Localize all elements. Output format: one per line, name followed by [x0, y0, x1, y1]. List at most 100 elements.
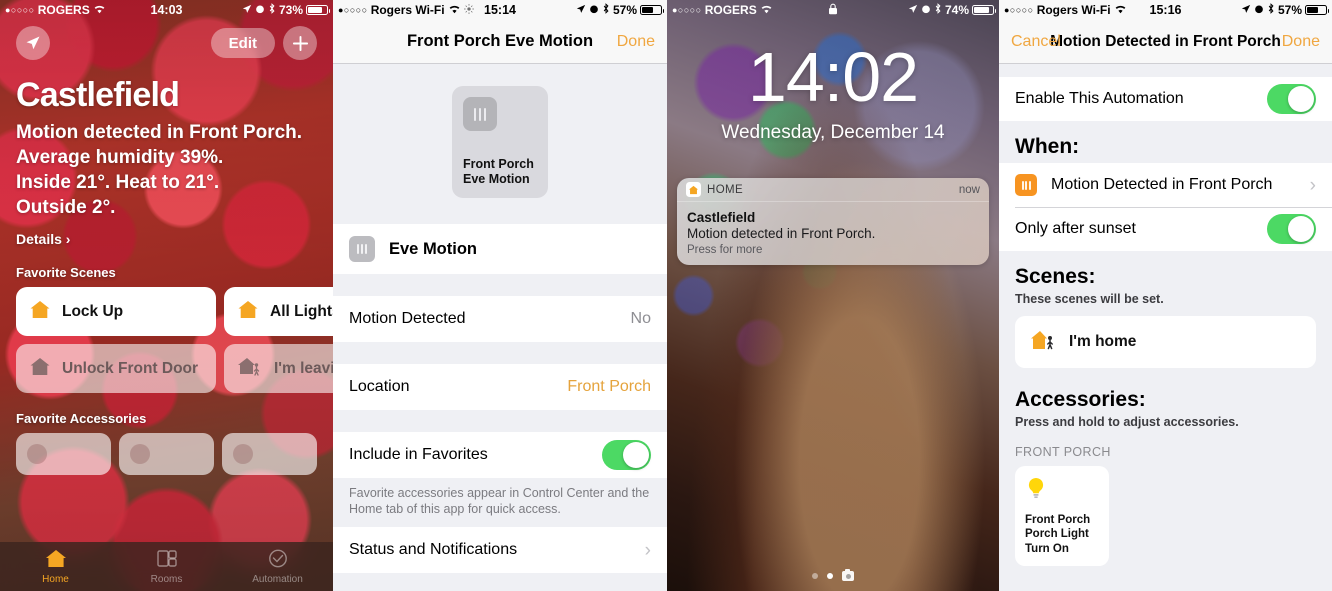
row-label: Location	[349, 378, 410, 395]
only-after-sunset-toggle[interactable]	[1267, 214, 1316, 244]
notification-title: Castlefield	[687, 210, 756, 225]
page-title: Castlefield	[16, 76, 180, 114]
camera-icon[interactable]	[842, 569, 854, 581]
alarm-icon	[589, 3, 599, 17]
house-icon	[29, 299, 51, 325]
battery-icon	[306, 5, 330, 15]
row-only-after-sunset[interactable]: Only after sunset	[999, 207, 1332, 251]
cancel-button[interactable]: Cancel	[1011, 33, 1061, 51]
page-dot-active[interactable]	[827, 573, 833, 579]
manufacturer-header: MANUFACTURER	[333, 573, 667, 591]
row-enable-automation[interactable]: Enable This Automation	[999, 77, 1332, 121]
accessory-tile[interactable]	[222, 433, 317, 475]
battery-percent: 57%	[612, 3, 637, 17]
wifi-icon	[760, 3, 773, 17]
scenes-subtitle: These scenes will be set.	[999, 289, 1332, 316]
edit-button[interactable]: Edit	[210, 28, 275, 58]
row-location[interactable]: Location Front Porch	[333, 364, 667, 410]
page-dot[interactable]	[812, 573, 818, 579]
accessory-knob-icon	[233, 444, 253, 464]
panel-home-app: ●○○○○ ROGERS 14:03 73% Edit Castlefield …	[0, 0, 333, 591]
when-title: When:	[1015, 135, 1080, 158]
details-link[interactable]: Details ›	[16, 231, 317, 247]
accessory-card-name: Front Porch Porch Light Turn On	[1025, 513, 1091, 555]
accessory-card-wrap: Front Porch Porch Light Turn On	[999, 466, 1332, 582]
tab-automation[interactable]: Automation	[222, 542, 333, 591]
panel-lock-screen: ●○○○○ ROGERS 74% 14:02 Wednesday, Decemb…	[667, 0, 999, 591]
scene-tile-label: Lock Up	[62, 302, 124, 320]
accessory-tile[interactable]	[16, 433, 111, 475]
motion-sensor-icon	[463, 97, 497, 131]
row-include-in-favorites[interactable]: Include in Favorites	[333, 432, 667, 478]
location-share-button[interactable]	[16, 26, 50, 60]
sync-icon	[463, 3, 474, 17]
wifi-icon	[93, 3, 106, 17]
battery-icon	[972, 5, 996, 15]
scene-card-im-home[interactable]: I'm home	[1015, 316, 1316, 368]
scene-tile-im-leaving[interactable]: I'm leaving	[224, 344, 333, 393]
room-header: FRONT PORCH	[999, 439, 1332, 466]
navigation-bar-panel4: Cancel Motion Detected in Front Porch Do…	[999, 20, 1332, 64]
scene-card-label: I'm home	[1069, 333, 1137, 350]
signal-dots-icon: ●○○○○	[5, 5, 35, 15]
when-section-header: When:	[999, 121, 1332, 163]
motion-sensor-icon	[349, 236, 375, 262]
favorite-accessories-heading: Favorite Accessories	[16, 411, 147, 426]
scene-tile-lock-up[interactable]: Lock Up	[16, 287, 216, 336]
bluetooth-icon	[934, 3, 942, 17]
notification-message: Motion detected in Front Porch.	[687, 226, 876, 241]
scene-tile-all-lights-on[interactable]: All Lights On	[224, 287, 333, 336]
accessory-card-porch-light[interactable]: Front Porch Porch Light Turn On	[1015, 466, 1109, 566]
panel-accessory-detail: ●○○○○ Rogers Wi-Fi 15:14 57% Front Porch…	[333, 0, 667, 591]
row-value: No	[630, 310, 651, 327]
house-icon	[237, 299, 259, 325]
accessory-hero-name: Front Porch Eve Motion	[463, 157, 534, 186]
house-icon	[29, 356, 51, 382]
accessory-name-row[interactable]: Eve Motion	[333, 224, 667, 274]
lightbulb-icon	[1025, 476, 1099, 511]
accessory-tile[interactable]	[119, 433, 214, 475]
add-button[interactable]	[283, 26, 317, 60]
include-in-favorites-toggle[interactable]	[602, 440, 651, 470]
home-app-icon	[686, 182, 701, 197]
done-button[interactable]: Done	[617, 33, 655, 51]
bluetooth-icon	[602, 3, 610, 17]
alarm-icon	[1254, 3, 1264, 17]
screenshot-strip: ●○○○○ ROGERS 14:03 73% Edit Castlefield …	[0, 0, 1332, 591]
location-arrow-icon	[242, 3, 252, 17]
row-trigger[interactable]: Motion Detected in Front Porch ›	[999, 163, 1332, 207]
done-button[interactable]: Done	[1282, 33, 1320, 51]
tab-rooms[interactable]: Rooms	[111, 542, 222, 591]
scene-tile-label: I'm leaving	[274, 359, 333, 377]
status-bar-panel3: ●○○○○ ROGERS 74%	[667, 0, 999, 20]
accessories-title: Accessories:	[999, 384, 1332, 412]
section-gap	[333, 274, 667, 296]
automation-icon	[267, 548, 289, 572]
scene-row-1: Lock Up All Lights On	[16, 287, 333, 336]
carrier-label: Rogers Wi-Fi	[370, 3, 445, 17]
accessory-hero: Front Porch Eve Motion	[333, 64, 667, 224]
motion-trigger-icon	[1015, 174, 1037, 196]
scene-tile-unlock-front-door[interactable]: Unlock Front Door	[16, 344, 216, 393]
row-label: Only after sunset	[1015, 220, 1136, 237]
lock-screen-clock: 14:02	[747, 38, 919, 116]
navigation-bar-panel2: Front Porch Eve Motion Done	[333, 20, 667, 64]
carrier-label: Rogers Wi-Fi	[1036, 3, 1111, 17]
tab-label: Home	[42, 574, 69, 585]
carrier-label: ROGERS	[37, 3, 90, 17]
row-status-and-notifications[interactable]: Status and Notifications ›	[333, 527, 667, 573]
enable-automation-toggle[interactable]	[1267, 84, 1316, 114]
row-label: Enable This Automation	[1015, 90, 1184, 107]
accessory-knob-icon	[130, 444, 150, 464]
tab-label: Automation	[252, 574, 303, 585]
notification-banner[interactable]: HOME now Castlefield Motion detected in …	[677, 178, 989, 265]
alarm-icon	[255, 3, 265, 17]
accessory-knob-icon	[27, 444, 47, 464]
chevron-right-icon: ›	[644, 539, 651, 561]
signal-dots-icon: ●○○○○	[672, 5, 702, 15]
lock-screen-bottom	[667, 569, 999, 581]
status-bar-panel1: ●○○○○ ROGERS 14:03 73%	[0, 0, 333, 20]
lock-screen-date: Wednesday, December 14	[721, 122, 945, 143]
tab-home[interactable]: Home	[0, 542, 111, 591]
accessory-hero-card[interactable]: Front Porch Eve Motion	[452, 86, 548, 198]
